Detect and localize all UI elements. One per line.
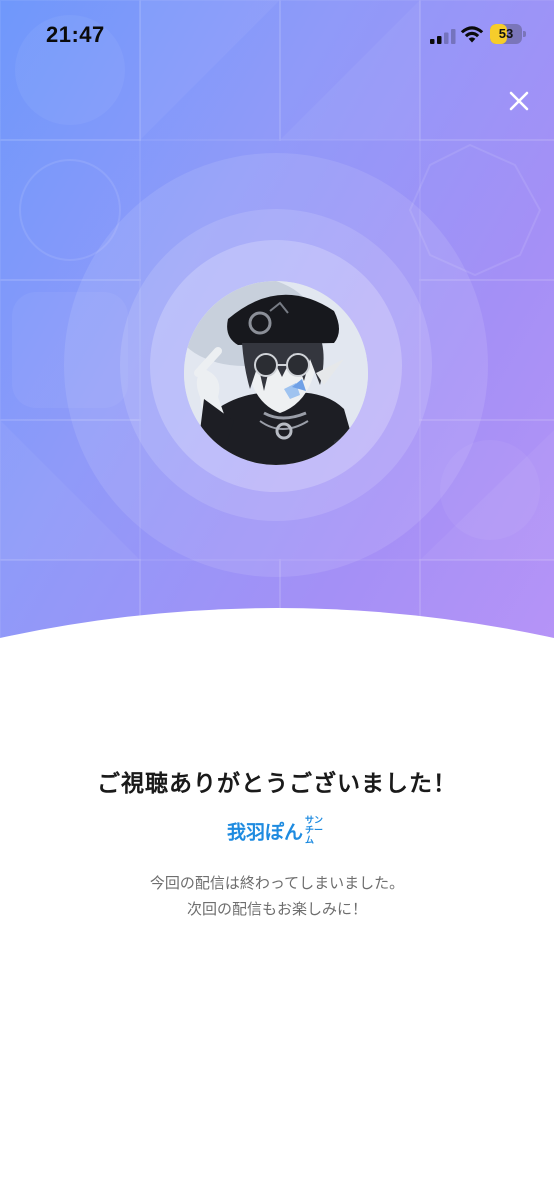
cellular-signal-icon [430, 29, 456, 44]
battery-indicator: 53 [490, 24, 526, 44]
streamer-suffix-bottom: チーム [305, 826, 324, 846]
end-message-line-1: 今回の配信は終わってしまいました。 [149, 874, 405, 892]
status-time: 21:47 [46, 22, 105, 47]
signal-bar [451, 29, 456, 44]
status-bar: 21:47 53 [0, 0, 554, 70]
thanks-title: ご視聴ありがとうございました！ [97, 771, 457, 797]
battery-body: 53 [490, 24, 522, 44]
close-icon [509, 91, 529, 111]
streamer-link[interactable]: 我羽ぽんサン チーム [0, 816, 554, 846]
streamer-name: 我羽ぽん [226, 821, 303, 844]
signal-bar [444, 32, 449, 44]
end-message-line-2: 次回の配信もお楽しみに！ [186, 900, 367, 918]
end-message: 今回の配信は終わってしまいました。 次回の配信もお楽しみに！ [0, 870, 554, 922]
signal-bar [430, 39, 435, 44]
hero-curve [0, 608, 554, 700]
battery-level: 53 [498, 26, 514, 41]
hero-background [0, 0, 554, 700]
streamer-avatar [184, 281, 368, 465]
wifi-icon [460, 26, 484, 43]
avatar-illustration [184, 281, 368, 465]
battery-nub [523, 31, 526, 37]
close-button[interactable] [500, 82, 538, 120]
signal-bar [437, 36, 442, 44]
streamer-suffix-top: サン [305, 816, 324, 826]
streamer-suffix: サン チーム [305, 816, 327, 846]
